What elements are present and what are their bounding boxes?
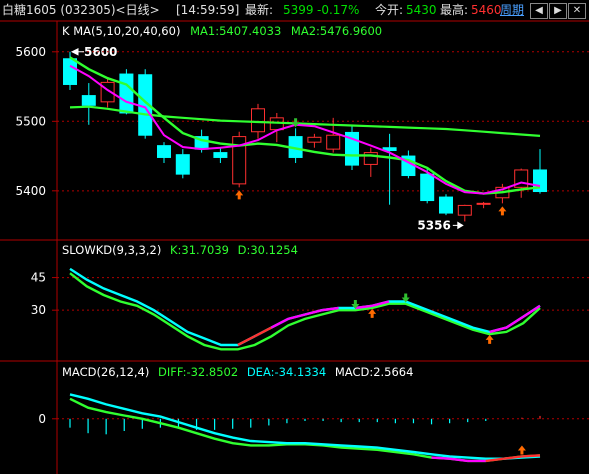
chart-canvas[interactable]: K MA(5,10,20,40,60) MA1:5407.4033 MA2:54… [0, 0, 589, 474]
low-annotation: 5356 [417, 218, 450, 232]
candle-body [326, 134, 341, 150]
y-tick-label: 5500 [15, 114, 46, 128]
diff-highlight-segment [449, 457, 468, 463]
candle-body [420, 173, 435, 202]
buy-arrow-icon [517, 445, 526, 455]
candle-body [457, 204, 472, 216]
kd-highlight-segment [304, 309, 323, 316]
high-pointer-icon [70, 47, 84, 56]
kd-highlight-segment [287, 313, 306, 321]
kd-legend-prefix: SLOWKD(9,3,3,2) [62, 243, 161, 257]
price-legend: K MA(5,10,20,40,60) MA1:5407.4033 MA2:54… [62, 24, 382, 38]
diff-highlight-segment [521, 454, 541, 458]
buy-arrow-icon [368, 308, 377, 318]
buy-arrow-icon [498, 206, 507, 216]
k-legend: K:31.7039 [170, 243, 229, 257]
kd-highlight-segment [505, 315, 524, 329]
macd-legend-prefix: MACD(26,12,4) [62, 365, 149, 379]
y-tick-label: 5400 [15, 184, 46, 198]
d-line [69, 272, 541, 351]
d-legend: D:30.1254 [238, 243, 298, 257]
candle-body [175, 154, 190, 175]
candle-body [439, 196, 453, 214]
y-tick-label: 45 [31, 271, 46, 285]
macd-legend: MACD(26,12,4) DIFF:-32.8502 DEA:-34.1334… [62, 365, 413, 379]
kd-highlight-segment [237, 335, 256, 347]
price-legend-prefix: K MA(5,10,20,40,60) [62, 24, 180, 38]
y-tick-label: 0 [38, 412, 46, 426]
buy-arrow-icon [485, 334, 494, 344]
candle-body [63, 58, 77, 85]
kd-highlight-segment [254, 326, 272, 338]
ma2-legend: MA2:5476.9600 [291, 24, 382, 38]
candle-body [251, 108, 265, 133]
y-tick-label: 30 [31, 303, 46, 317]
candle-body [476, 202, 491, 205]
dea-legend: DEA:-34.1334 [247, 365, 326, 379]
candle-body [213, 152, 228, 158]
diff-highlight-segment [431, 456, 450, 460]
dea-line [69, 393, 541, 460]
ma1-legend: MA1:5407.4033 [190, 24, 281, 38]
candle-body [307, 136, 322, 143]
candle-body [81, 95, 96, 106]
kd-legend: SLOWKD(9,3,3,2) K:31.7039 D:30.1254 [62, 243, 298, 257]
candle-body [119, 73, 134, 114]
diff-legend: DIFF:-32.8502 [158, 365, 238, 379]
macd-value-legend: MACD:2.5664 [335, 365, 414, 379]
y-tick-label: 5600 [15, 45, 46, 59]
diff-line [69, 397, 541, 463]
buy-arrow-icon [235, 190, 244, 200]
low-pointer-icon [452, 221, 464, 230]
candle-body [157, 145, 171, 158]
